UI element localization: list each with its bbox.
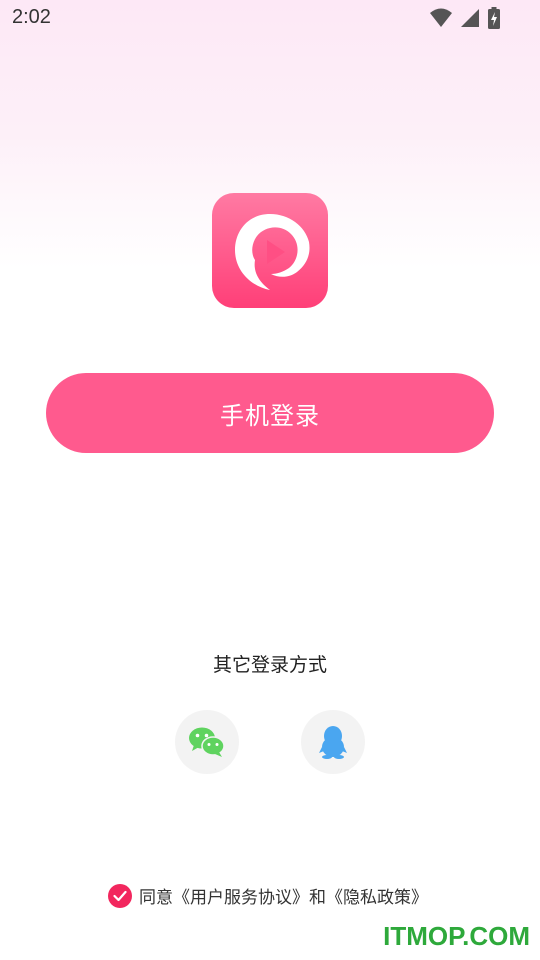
watermark: ITMOP.COM xyxy=(383,921,530,951)
agree-checkbox[interactable] xyxy=(108,883,132,908)
phone-login-button[interactable]: 手机登录 xyxy=(46,373,494,453)
wechat-icon xyxy=(189,727,225,757)
other-login-title: 其它登录方式 xyxy=(212,654,327,676)
signal-icon xyxy=(461,9,479,27)
status-time: 2:02 xyxy=(12,6,51,28)
status-bar: 2:02 xyxy=(0,0,540,38)
qq-login-button[interactable] xyxy=(301,710,365,774)
app-logo xyxy=(212,193,328,308)
battery-charging-icon xyxy=(488,7,500,29)
qq-penguin-icon xyxy=(319,726,347,759)
privacy-policy-link[interactable]: 《隐私政策》 xyxy=(326,883,428,908)
agreement-row: 同意 《用户服务协议》 和 《隐私政策》 xyxy=(108,883,428,908)
checkmark-icon xyxy=(113,890,127,901)
status-icons xyxy=(430,7,500,29)
user-agreement-link[interactable]: 《用户服务协议》 xyxy=(173,883,309,908)
wechat-login-button[interactable] xyxy=(175,710,239,774)
play-p-logo-icon xyxy=(235,213,310,290)
wifi-icon xyxy=(430,8,452,27)
agreement-conjunction: 和 xyxy=(309,888,326,908)
agreement-prefix: 同意 xyxy=(139,888,173,908)
